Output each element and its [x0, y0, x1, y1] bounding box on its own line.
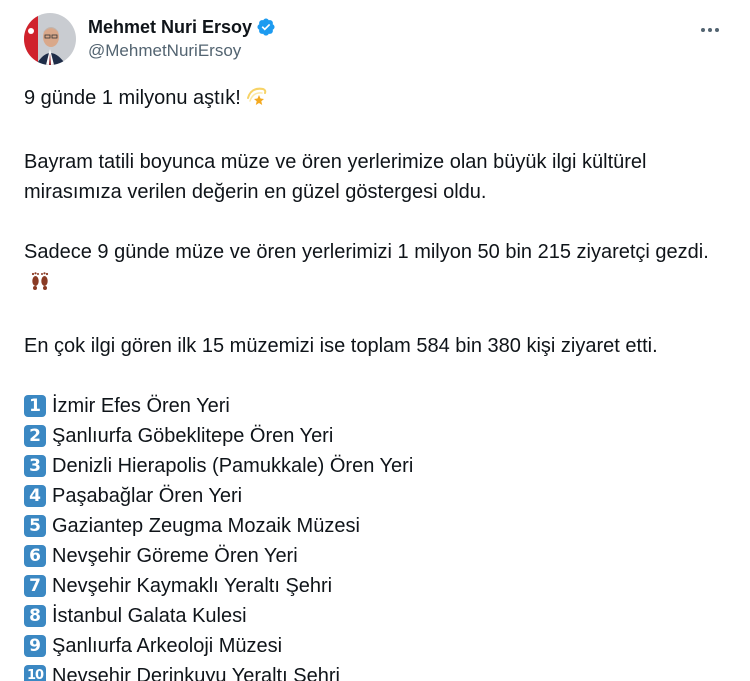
- tweet-paragraph-3: Sadece 9 günde müze ve ören yerlerimizi …: [24, 237, 730, 301]
- list-item: 1 İzmir Efes Ören Yeri: [24, 391, 730, 421]
- list-item-text: İstanbul Galata Kulesi: [52, 605, 247, 627]
- list-item-text: Nevşehir Göreme Ören Yeri: [52, 545, 298, 567]
- display-name-row: Mehmet Nuri Ersoy: [88, 16, 276, 38]
- tweet-paragraph-4: En çok ilgi gören ilk 15 müzemizi ise to…: [24, 335, 658, 357]
- tweet-header: Mehmet Nuri Ersoy @MehmetNuriErsoy: [24, 12, 726, 66]
- list-item-text: Denizli Hierapolis (Pamukkale) Ören Yeri: [52, 455, 414, 477]
- dizzy-star-emoji: [245, 84, 269, 117]
- tweet-line-1-text: 9 günde 1 milyonu aştık!: [24, 87, 241, 109]
- list-item: 6 Nevşehir Göreme Ören Yeri: [24, 541, 730, 571]
- keycap-number-icon: 6: [24, 545, 46, 567]
- keycap-number-icon: 1: [24, 395, 46, 417]
- list-item-text: Nevşehir Derinkuyu Yeraltı Şehri: [52, 665, 340, 681]
- keycap-number-icon: 9: [24, 635, 46, 657]
- more-horizontal-icon[interactable]: [696, 16, 724, 44]
- list-item: 5 Gaziantep Zeugma Mozaik Müzesi: [24, 511, 730, 541]
- tweet-paragraph-2: Bayram tatili boyunca müze ve ören yerle…: [24, 151, 647, 203]
- list-item: 8 İstanbul Galata Kulesi: [24, 601, 730, 631]
- keycap-number-icon: 3: [24, 455, 46, 477]
- keycap-number-icon: 4: [24, 485, 46, 507]
- list-item-text: Şanlıurfa Arkeoloji Müzesi: [52, 635, 283, 657]
- author-names: Mehmet Nuri Ersoy @MehmetNuriErsoy: [88, 16, 276, 62]
- handle[interactable]: @MehmetNuriErsoy: [88, 40, 276, 62]
- list-item-text: Şanlıurfa Göbeklitepe Ören Yeri: [52, 425, 334, 447]
- list-item: 9 Şanlıurfa Arkeoloji Müzesi: [24, 631, 730, 661]
- avatar[interactable]: [24, 13, 76, 65]
- list-item-text: Paşabağlar Ören Yeri: [52, 485, 243, 507]
- list-item-text: İzmir Efes Ören Yeri: [52, 395, 230, 417]
- footprints-emoji: [28, 268, 52, 301]
- tweet-line-1: 9 günde 1 milyonu aştık!: [24, 83, 730, 117]
- list-item: 10 Nevşehir Derinkuyu Yeraltı Şehri: [24, 661, 730, 681]
- list-item: 2 Şanlıurfa Göbeklitepe Ören Yeri: [24, 421, 730, 451]
- keycap-number-icon: 7: [24, 575, 46, 597]
- list-item: 3 Denizli Hierapolis (Pamukkale) Ören Ye…: [24, 451, 730, 481]
- list-item: 4 Paşabağlar Ören Yeri: [24, 481, 730, 511]
- tweet: Mehmet Nuri Ersoy @MehmetNuriErsoy 9 gün…: [0, 0, 750, 681]
- ranked-list: 1 İzmir Efes Ören Yeri 2 Şanlıurfa Göbek…: [24, 391, 730, 681]
- tweet-paragraph-3-text: Sadece 9 günde müze ve ören yerlerimizi …: [24, 241, 709, 263]
- verified-badge-icon[interactable]: [256, 17, 276, 37]
- tweet-text: 9 günde 1 milyonu aştık! Bayram tatili b…: [24, 83, 730, 681]
- keycap-number-icon: 5: [24, 515, 46, 537]
- keycap-number-icon: 10: [24, 665, 46, 681]
- list-item-text: Nevşehir Kaymaklı Yeraltı Şehri: [52, 575, 333, 597]
- list-item: 7 Nevşehir Kaymaklı Yeraltı Şehri: [24, 571, 730, 601]
- keycap-number-icon: 2: [24, 425, 46, 447]
- keycap-number-icon: 8: [24, 605, 46, 627]
- display-name[interactable]: Mehmet Nuri Ersoy: [88, 16, 252, 38]
- list-item-text: Gaziantep Zeugma Mozaik Müzesi: [52, 515, 360, 537]
